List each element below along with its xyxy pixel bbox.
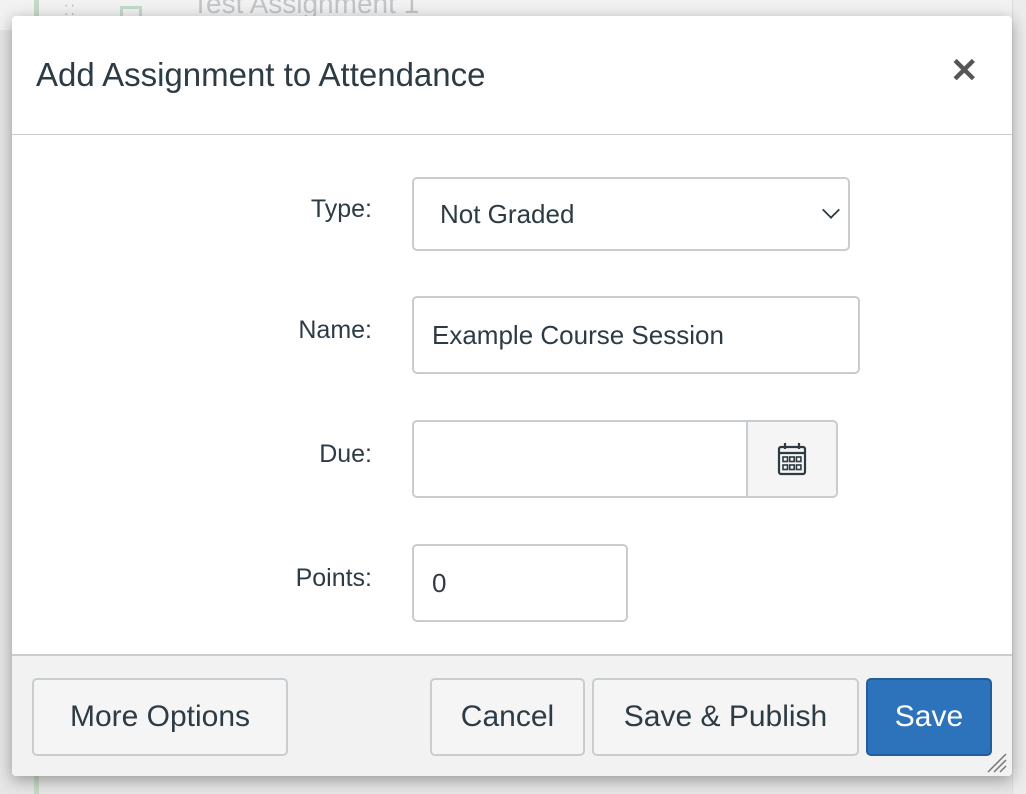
close-icon[interactable]: ✕ [950,54,979,88]
name-input[interactable]: Example Course Session [412,296,860,374]
calendar-icon [777,443,807,476]
dialog-title: Add Assignment to Attendance [36,56,486,93]
points-label: Points: [295,564,372,592]
more-options-button[interactable]: More Options [32,678,288,756]
save-button[interactable]: Save [866,678,992,756]
dialog-titlebar: Add Assignment to Attendance ✕ [12,16,1012,135]
due-date-input[interactable] [412,420,748,498]
chevron-down-icon [822,201,840,219]
date-picker-button[interactable] [746,420,838,498]
due-label: Due: [319,440,372,468]
resize-handle-icon[interactable] [984,750,1008,774]
points-input[interactable]: 0 [412,544,628,622]
type-select[interactable]: Not Graded [412,177,850,251]
type-label: Type: [310,195,372,223]
name-label: Name: [298,316,372,344]
type-select-value: Not Graded [440,199,575,229]
cancel-button[interactable]: Cancel [430,678,585,756]
dialog-footer: More Options Cancel Save & Publish Save [12,654,1012,776]
save-publish-button[interactable]: Save & Publish [592,678,859,756]
add-assignment-dialog: Add Assignment to Attendance ✕ Type: Not… [12,16,1012,776]
background-right-edge [1012,0,1026,794]
